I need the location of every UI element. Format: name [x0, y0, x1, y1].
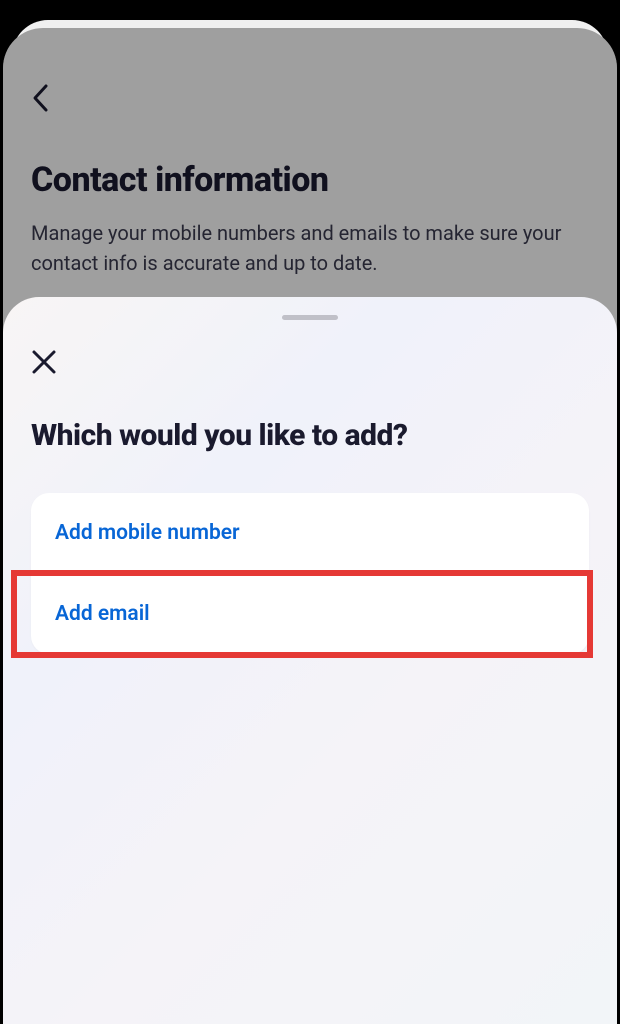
close-button[interactable] — [31, 348, 57, 380]
options-card: Add mobile number Add email — [31, 493, 589, 654]
close-icon — [31, 349, 57, 375]
sheet-grabber[interactable] — [282, 315, 338, 320]
modal-title: Which would you like to add? — [31, 418, 589, 453]
option-label: Add mobile number — [55, 521, 240, 545]
option-label: Add email — [55, 602, 150, 626]
add-mobile-number-option[interactable]: Add mobile number — [31, 493, 589, 574]
add-email-option[interactable]: Add email — [31, 574, 589, 654]
add-contact-modal: Which would you like to add? Add mobile … — [3, 297, 617, 1024]
